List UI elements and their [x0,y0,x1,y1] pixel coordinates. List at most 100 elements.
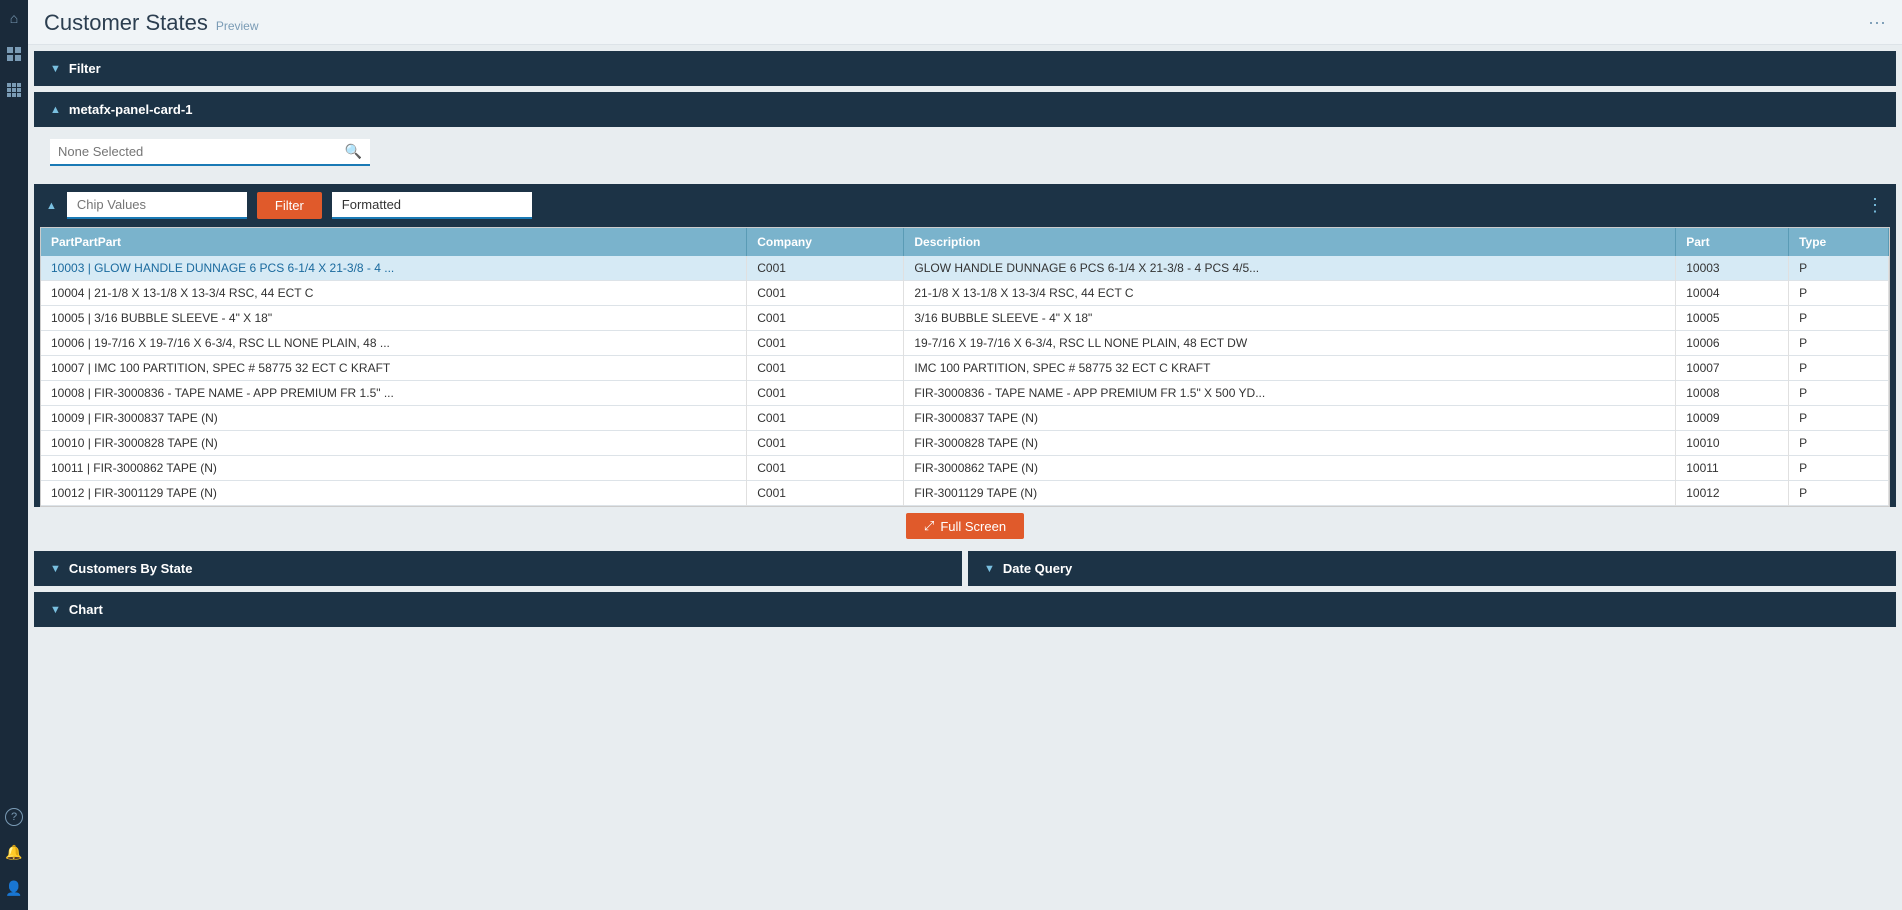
cell-partpartpart: 10005 | 3/16 BUBBLE SLEEVE - 4" X 18" [41,306,747,331]
cell-type: P [1789,331,1889,356]
cell-part: 10007 [1676,356,1789,381]
search-icon[interactable]: 🔍 [345,143,362,160]
cell-type: P [1789,381,1889,406]
bell-icon[interactable]: 🔔 [4,842,24,862]
cell-description: FIR-3000828 TAPE (N) [904,431,1676,456]
metafx-panel-title: metafx-panel-card-1 [69,102,193,117]
cell-partpartpart: 10004 | 21-1/8 X 13-1/8 X 13-3/4 RSC, 44… [41,281,747,306]
cell-company: C001 [747,306,904,331]
cell-type: P [1789,431,1889,456]
cell-type: P [1789,481,1889,506]
cell-description: FIR-3000862 TAPE (N) [904,456,1676,481]
cell-part: 10004 [1676,281,1789,306]
data-panel-header: ▲ Filter ⋮ [34,184,1896,227]
cell-part: 10005 [1676,306,1789,331]
date-query-header[interactable]: ▼ Date Query [968,551,1896,586]
cell-type: P [1789,306,1889,331]
cell-type: P [1789,406,1889,431]
table-row[interactable]: 10005 | 3/16 BUBBLE SLEEVE - 4" X 18"C00… [41,306,1889,331]
cell-company: C001 [747,281,904,306]
apps-icon[interactable] [4,80,24,100]
table-row[interactable]: 10011 | FIR-3000862 TAPE (N)C001FIR-3000… [41,456,1889,481]
cell-part: 10008 [1676,381,1789,406]
data-chevron-icon[interactable]: ▲ [46,200,57,212]
table-row[interactable]: 10006 | 19-7/16 X 19-7/16 X 6-3/4, RSC L… [41,331,1889,356]
cell-description: FIR-3000836 - TAPE NAME - APP PREMIUM FR… [904,381,1676,406]
table-header: PartPartPart Company Description Part Ty… [41,228,1889,256]
formatted-input[interactable] [332,192,532,219]
cell-company: C001 [747,406,904,431]
filter-button[interactable]: Filter [257,192,322,219]
help-icon[interactable]: ? [5,808,23,826]
filter-chevron-icon: ▼ [50,63,61,75]
cell-partpartpart: 10008 | FIR-3000836 - TAPE NAME - APP PR… [41,381,747,406]
customers-by-state-header[interactable]: ▼ Customers By State [34,551,962,586]
metafx-chevron-icon: ▲ [50,104,61,116]
date-query-panel: ▼ Date Query [968,551,1896,586]
cell-part: 10011 [1676,456,1789,481]
chart-panel-header[interactable]: ▼ Chart [34,592,1896,627]
cell-description: GLOW HANDLE DUNNAGE 6 PCS 6-1/4 X 21-3/8… [904,256,1676,281]
cell-company: C001 [747,456,904,481]
cell-description: 3/16 BUBBLE SLEEVE - 4" X 18" [904,306,1676,331]
filter-panel-header[interactable]: ▼ Filter [34,51,1896,86]
cell-partpartpart: 10009 | FIR-3000837 TAPE (N) [41,406,747,431]
preview-badge: Preview [216,19,259,33]
table-row[interactable]: 10009 | FIR-3000837 TAPE (N)C001FIR-3000… [41,406,1889,431]
cell-part: 10010 [1676,431,1789,456]
cell-description: FIR-3001129 TAPE (N) [904,481,1676,506]
metafx-panel-header[interactable]: ▲ metafx-panel-card-1 [34,92,1896,127]
fullscreen-button[interactable]: ⤢ Full Screen [906,513,1024,539]
date-query-title: Date Query [1003,561,1072,576]
cell-part: 10009 [1676,406,1789,431]
col-partpartpart: PartPartPart [41,228,747,256]
table-row[interactable]: 10008 | FIR-3000836 - TAPE NAME - APP PR… [41,381,1889,406]
cell-type: P [1789,256,1889,281]
col-part: Part [1676,228,1789,256]
data-panel-dots-icon[interactable]: ⋮ [1866,195,1884,216]
scroll-area: ▼ Filter ▲ metafx-panel-card-1 🔍 ▲ Fi [28,45,1902,910]
table-row[interactable]: 10007 | IMC 100 PARTITION, SPEC # 58775 … [41,356,1889,381]
top-header: Customer States Preview ⋯ [28,0,1902,45]
cell-company: C001 [747,431,904,456]
cell-description: FIR-3000837 TAPE (N) [904,406,1676,431]
table-row[interactable]: 10003 | GLOW HANDLE DUNNAGE 6 PCS 6-1/4 … [41,256,1889,281]
cell-partpartpart: 10012 | FIR-3001129 TAPE (N) [41,481,747,506]
cell-company: C001 [747,356,904,381]
cell-company: C001 [747,381,904,406]
page-title-wrap: Customer States Preview [44,10,259,36]
table-row[interactable]: 10010 | FIR-3000828 TAPE (N)C001FIR-3000… [41,431,1889,456]
customers-by-state-title: Customers By State [69,561,193,576]
table-row[interactable]: 10012 | FIR-3001129 TAPE (N)C001FIR-3001… [41,481,1889,506]
cell-partpartpart: 10006 | 19-7/16 X 19-7/16 X 6-3/4, RSC L… [41,331,747,356]
cell-partpartpart: 10011 | FIR-3000862 TAPE (N) [41,456,747,481]
cell-part: 10006 [1676,331,1789,356]
data-panel: ▲ Filter ⋮ PartPartPart Company Descript… [34,184,1896,545]
customers-by-state-panel: ▼ Customers By State [34,551,962,586]
home-icon[interactable]: ⌂ [4,8,24,28]
fullscreen-icon: ⤢ [924,518,934,534]
col-company: Company [747,228,904,256]
cell-company: C001 [747,256,904,281]
cell-partpartpart: 10007 | IMC 100 PARTITION, SPEC # 58775 … [41,356,747,381]
fullscreen-label: Full Screen [940,519,1006,534]
cell-part: 10003 [1676,256,1789,281]
bottom-panels-row: ▼ Customers By State ▼ Date Query [34,551,1896,586]
page-title: Customer States [44,10,208,36]
header-dots-icon[interactable]: ⋯ [1868,13,1886,34]
sidebar: ⌂ ? 🔔 👤 [0,0,28,910]
customers-chevron-icon: ▼ [50,563,61,575]
grid-icon[interactable] [4,44,24,64]
main-content: Customer States Preview ⋯ ▼ Filter ▲ met… [28,0,1902,910]
data-table-wrap: PartPartPart Company Description Part Ty… [40,227,1890,507]
chip-values-input[interactable] [67,192,247,219]
cell-type: P [1789,281,1889,306]
chart-chevron-icon: ▼ [50,604,61,616]
table-row[interactable]: 10004 | 21-1/8 X 13-1/8 X 13-3/4 RSC, 44… [41,281,1889,306]
user-icon[interactable]: 👤 [4,878,24,898]
none-selected-input[interactable] [58,144,345,159]
cell-description: IMC 100 PARTITION, SPEC # 58775 32 ECT C… [904,356,1676,381]
data-table: PartPartPart Company Description Part Ty… [41,228,1889,507]
filter-panel-title: Filter [69,61,101,76]
cell-partpartpart: 10003 | GLOW HANDLE DUNNAGE 6 PCS 6-1/4 … [41,256,747,281]
